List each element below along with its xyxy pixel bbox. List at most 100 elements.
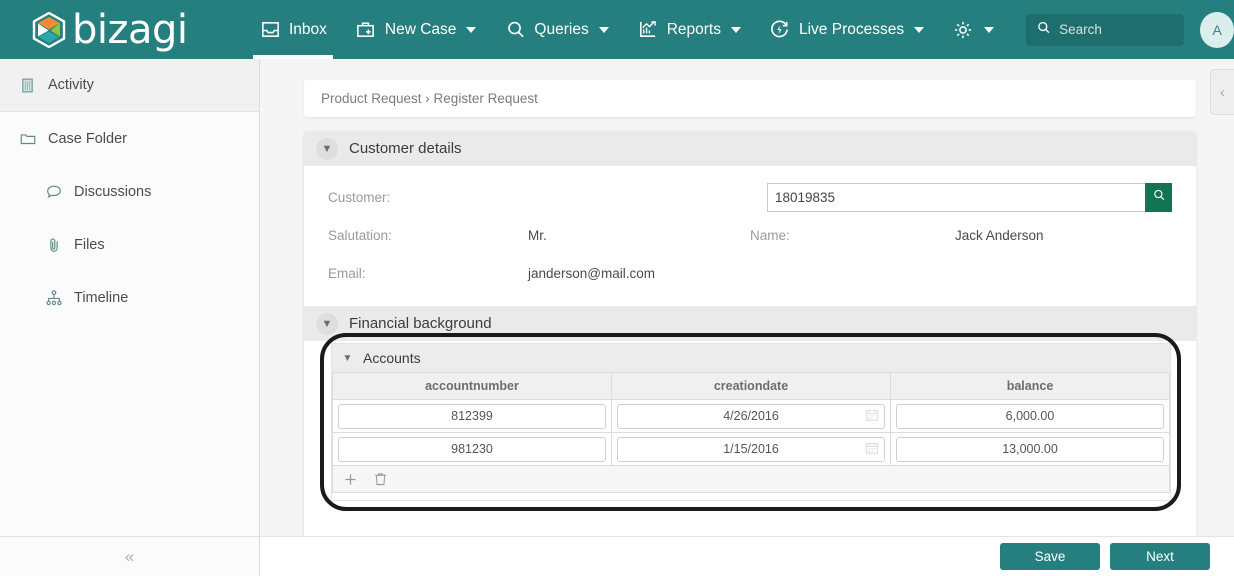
sidebar-item-label: Discussions [74,183,152,200]
nav-item-label: Queries [534,20,589,38]
brand-logo[interactable]: bizagi [0,0,245,59]
calendar-icon[interactable] [865,441,879,458]
bizagi-hexagon-logo-icon [32,11,66,48]
section-title: Customer details [349,140,462,157]
right-panel-toggle[interactable]: ‹ [1210,69,1234,115]
avatar-initial: A [1212,21,1222,38]
cell-accountnumber: 981230 [332,432,612,466]
breadcrumb-text[interactable]: Product Request › Register Request [321,91,538,106]
column-header-accountnumber: accountnumber [332,372,612,400]
chevron-down-icon [730,26,741,33]
field-salutation: Salutation: Mr. [328,228,750,243]
sidebar-item-files[interactable]: Files [0,218,259,271]
section-header-accounts[interactable]: ▼ Accounts [332,344,1170,372]
cell-creationdate: 4/26/2016 [611,399,891,433]
accountnumber-input[interactable]: 981230 [338,436,606,462]
nav-item-label: Inbox [289,20,327,38]
trash-icon[interactable] [374,472,387,486]
sidebar-item-activity[interactable]: Activity [0,59,259,112]
accounts-table-footer [332,466,1170,493]
nav-item-label: Live Processes [798,20,905,38]
inbox-icon [259,19,281,41]
search-icon [504,19,526,41]
table-row: 812399 4/26/2016 6,000.00 [332,399,1170,433]
discussion-icon [44,182,63,201]
chart-icon [637,19,659,41]
field-row-salutation-name: Salutation: Mr. Name: Jack Anderson [328,216,1172,254]
sidebar-item-discussions[interactable]: Discussions [0,165,259,218]
double-chevron-left-icon: « [124,546,135,566]
nav-item-settings[interactable] [938,0,1008,59]
column-header-creationdate: creationdate [611,372,891,400]
briefcase-plus-icon [355,19,377,41]
creationdate-input[interactable]: 1/15/2016 [617,436,885,462]
nav-item-inbox[interactable]: Inbox [245,0,341,59]
sidebar-item-timeline[interactable]: Timeline [0,271,259,324]
chevron-down-icon [984,26,995,33]
sidebar-item-label: Case Folder [48,130,127,147]
plus-icon[interactable] [344,473,357,486]
cell-balance: 13,000.00 [890,432,1170,466]
nav-item-live-processes[interactable]: Live Processes [755,0,938,59]
cell-accountnumber: 812399 [332,399,612,433]
nav-item-label: Reports [666,20,721,38]
activity-icon [18,76,37,95]
calendar-icon[interactable] [865,408,879,425]
balance-input[interactable]: 13,000.00 [896,436,1164,462]
customer-label: Customer: [328,189,391,205]
search-icon [1036,20,1051,40]
section-header-financial-background[interactable]: ▼ Financial background [304,306,1196,341]
salutation-label: Salutation: [328,227,392,243]
field-name: Name: Jack Anderson [750,228,1172,243]
chevron-left-icon: ‹ [1220,83,1225,101]
chevron-down-icon[interactable]: ▼ [316,137,338,160]
field-row-customer: Customer: 18019835 [328,178,1172,216]
creationdate-value: 1/15/2016 [723,442,779,456]
chevron-down-icon [914,26,925,33]
name-value: Jack Anderson [955,227,1044,243]
email-label: Email: [328,265,366,281]
gear-icon [952,19,974,41]
nav-item-reports[interactable]: Reports [623,0,755,59]
main-content: ‹ Product Request › Register Request ▼ C… [260,59,1234,576]
folder-icon [18,129,37,148]
customer-search-field[interactable]: 18019835 [767,182,1172,212]
nav-item-new-case[interactable]: New Case [341,0,491,59]
save-button[interactable]: Save [1000,543,1100,570]
customer-search-button[interactable] [1145,182,1172,212]
nav-item-queries[interactable]: Queries [490,0,622,59]
chevron-down-icon [598,26,609,33]
next-button[interactable]: Next [1110,543,1210,570]
field-email: Email: janderson@mail.com [328,266,750,281]
nav-item-label: New Case [384,20,457,38]
creationdate-input[interactable]: 4/26/2016 [617,403,885,429]
accountnumber-input[interactable]: 812399 [338,403,606,429]
breadcrumb: Product Request › Register Request [304,80,1196,117]
search-placeholder: Search [1059,22,1102,37]
creationdate-value: 4/26/2016 [723,409,779,423]
table-header-row: accountnumber creationdate balance [332,372,1170,400]
field-row-email: Email: janderson@mail.com [328,254,1172,292]
name-label: Name: [750,227,790,243]
sidebar: Activity Case Folder Discussions Files T [0,59,260,576]
global-search-input[interactable]: Search [1026,13,1185,46]
email-value: janderson@mail.com [528,265,656,281]
section-header-customer-details[interactable]: ▼ Customer details [304,131,1196,166]
cell-balance: 6,000.00 [890,399,1170,433]
chevron-down-icon[interactable]: ▼ [340,351,355,366]
sidebar-collapse-button[interactable]: « [0,536,259,576]
sidebar-item-case-folder[interactable]: Case Folder [0,112,259,165]
chevron-down-icon[interactable]: ▼ [316,312,338,335]
avatar[interactable]: A [1200,11,1234,48]
form-action-bar: Save Next [260,536,1234,576]
sidebar-item-label: Timeline [74,289,129,306]
customer-details-body: Customer: 18019835 Salutation: Mr. Name:… [304,166,1196,298]
customer-input[interactable]: 18019835 [767,182,1145,212]
top-navigation-bar: bizagi Inbox New Case Queries Reports Li… [0,0,1234,59]
app-root: bizagi Inbox New Case Queries Reports Li… [0,0,1234,576]
sidebar-item-label: Activity [48,77,94,93]
table-row: 981230 1/15/2016 13,000.00 [332,432,1170,466]
accounts-panel: ▼ Accounts accountnumber creationdate ba… [331,343,1171,501]
form-card: ▼ Customer details Customer: 18019835 Sa… [304,131,1196,551]
balance-input[interactable]: 6,000.00 [896,403,1164,429]
